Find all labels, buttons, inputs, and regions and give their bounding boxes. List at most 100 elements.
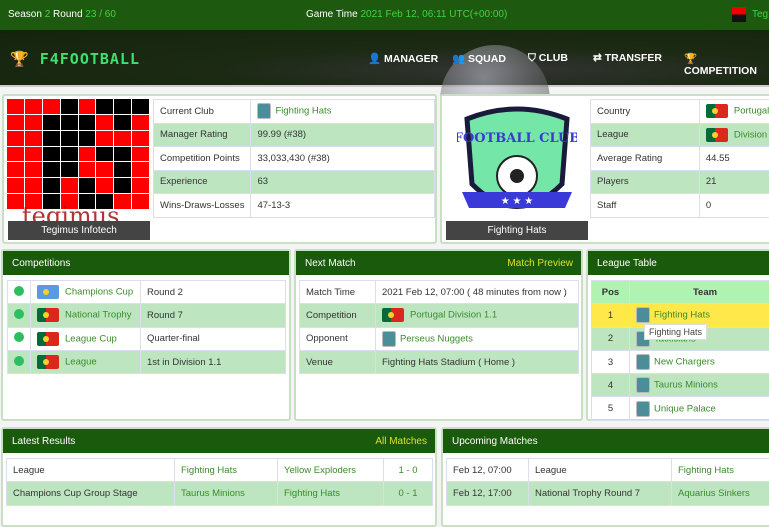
- info-label: Wins-Draws-Losses: [160, 200, 244, 211]
- info-label: Staff: [597, 200, 616, 211]
- score-link[interactable]: 1 - 0: [398, 465, 417, 476]
- avatar-pixel: [43, 131, 60, 146]
- table-row: League Cup Quarter-final: [8, 327, 286, 350]
- info-value: 2021 Feb 12, 07:00 ( 48 minutes from now…: [382, 287, 567, 298]
- champions-cup-icon: [37, 285, 59, 299]
- next-match-header: Next MatchMatch Preview: [296, 251, 581, 275]
- table-row: Champions Cup Group StageTaurus MinionsF…: [7, 482, 433, 505]
- manager-avatar: [7, 99, 149, 209]
- avatar-pixel: [79, 99, 96, 114]
- score-link[interactable]: 0 - 1: [398, 488, 417, 499]
- competition-status: Quarter-final: [147, 333, 200, 344]
- avatar-pixel: [61, 115, 78, 130]
- position: 1: [608, 310, 613, 321]
- table-row: Match Time 2021 Feb 12, 07:00 ( 48 minute…: [300, 281, 579, 304]
- avatar-pixel: [132, 131, 149, 146]
- position: 3: [608, 357, 613, 368]
- avatar-pixel: [79, 131, 96, 146]
- manager-name: Tegimus Infotech: [8, 221, 150, 240]
- table-row: OpponentPerseus Nuggets: [300, 327, 579, 350]
- table-row: Staff 0: [591, 194, 769, 218]
- shield-icon: ⛉: [528, 52, 536, 64]
- latest-results-table: League Fighting Hats Yellow Exploders 1 - 0…: [6, 458, 433, 506]
- match-preview-link[interactable]: Match Preview: [507, 258, 573, 269]
- competition-link[interactable]: Portugal Division 1.1: [410, 310, 497, 321]
- club-badge: FOOTBALL CLUB ★ ★ ★: [457, 104, 577, 229]
- table-row: League Fighting Hats Yellow Exploders 1 - 0: [7, 459, 433, 482]
- competition-link[interactable]: League Cup: [65, 333, 117, 344]
- nav-transfer[interactable]: ⇄ TRANSFER: [593, 52, 662, 64]
- avatar-pixel: [25, 99, 42, 114]
- team-link[interactable]: Fighting Hats: [654, 310, 710, 321]
- team-link[interactable]: Fighting Hats: [678, 465, 734, 476]
- competition-link[interactable]: National Trophy: [65, 310, 132, 321]
- team-link[interactable]: Aquarius Sinkers: [678, 488, 750, 499]
- avatar-pixel: [43, 115, 60, 130]
- table-row: Feb 12, 07:00LeagueFighting Hats: [447, 459, 769, 482]
- info-link[interactable]: Division 1.1: [734, 129, 769, 140]
- info-value: Fighting Hats Stadium ( Home ): [382, 357, 515, 368]
- exchange-icon: ⇄: [593, 52, 602, 64]
- home-team-link[interactable]: Taurus Minions: [181, 488, 245, 499]
- info-label: Match Time: [306, 287, 355, 298]
- info-label: Experience: [160, 176, 208, 187]
- manager-panel: tegimus Tegimus Infotech Current ClubFig…: [2, 94, 437, 244]
- pos-header: Pos: [592, 281, 630, 304]
- all-matches-link[interactable]: All Matches: [375, 436, 427, 447]
- away-team-link[interactable]: Yellow Exploders: [284, 465, 356, 476]
- club-crest-icon: [382, 331, 396, 347]
- competition-link[interactable]: Champions Cup: [65, 287, 133, 298]
- game-time-label: Game Time: [306, 9, 358, 20]
- nav-squad[interactable]: 👥 SQUAD: [452, 52, 506, 65]
- current-club-link[interactable]: Fighting Hats: [275, 106, 331, 117]
- info-value: 0: [706, 200, 711, 211]
- status-dot-icon: [14, 309, 24, 319]
- info-value: 63: [257, 176, 268, 187]
- nav-competition[interactable]: 🏆 COMPETITION: [684, 52, 769, 77]
- svg-text:★ ★ ★: ★ ★ ★: [501, 196, 533, 207]
- table-row: 5 Unique Palace: [592, 397, 769, 420]
- team-link[interactable]: New Chargers: [654, 357, 715, 368]
- avatar-pixel: [96, 131, 113, 146]
- info-value: 44.55: [706, 153, 730, 164]
- home-team-link[interactable]: Fighting Hats: [181, 465, 237, 476]
- avatar-pixel: [43, 147, 60, 162]
- avatar-pixel: [61, 162, 78, 177]
- game-time-value: 2021 Feb 12, 06:11 UTC(+00:00): [360, 9, 507, 20]
- latest-results-header: Latest ResultsAll Matches: [3, 429, 435, 453]
- avatar-pixel: [96, 115, 113, 130]
- competition-name: League: [13, 465, 45, 476]
- info-label: Venue: [306, 357, 333, 368]
- info-value: 99.99 (#38): [257, 129, 306, 140]
- portugal-flag-icon: [37, 355, 59, 369]
- avatar-pixel: [132, 162, 149, 177]
- position: 5: [608, 403, 613, 414]
- avatar-pixel: [79, 162, 96, 177]
- next-match-table: Match Time 2021 Feb 12, 07:00 ( 48 minute…: [299, 280, 579, 374]
- nav-manager[interactable]: 👤 MANAGER: [368, 52, 438, 65]
- site-logo[interactable]: 🏆 F4FOOTBALL: [10, 50, 140, 68]
- info-label: Manager Rating: [160, 129, 228, 140]
- avatar-pixel: [79, 115, 96, 130]
- status-dot-icon: [14, 356, 24, 366]
- competition-name: League: [535, 465, 567, 476]
- info-label: Country: [597, 106, 630, 117]
- avatar-pixel: [114, 162, 131, 177]
- avatar-pixel: [25, 131, 42, 146]
- round-value: 23 / 60: [85, 9, 116, 20]
- club-name: Fighting Hats: [446, 221, 588, 240]
- info-link[interactable]: Portugal: [734, 106, 769, 117]
- avatar-pixel: [79, 178, 96, 193]
- competition-name: National Trophy Round 7: [535, 488, 640, 499]
- club-crest-icon: [636, 354, 650, 370]
- team-link[interactable]: Taurus Minions: [654, 380, 718, 391]
- user-avatar[interactable]: [732, 7, 746, 22]
- opponent-link[interactable]: Perseus Nuggets: [400, 333, 473, 344]
- table-row: CompetitionPortugal Division 1.1: [300, 304, 579, 327]
- competition-link[interactable]: League: [65, 357, 97, 368]
- user-name-link[interactable]: Teg: [752, 9, 768, 20]
- nav-club[interactable]: ⛉ CLUB: [528, 52, 568, 65]
- team-link[interactable]: Unique Palace: [654, 403, 716, 414]
- portugal-flag-icon: [37, 332, 59, 346]
- away-team-link[interactable]: Fighting Hats: [284, 488, 340, 499]
